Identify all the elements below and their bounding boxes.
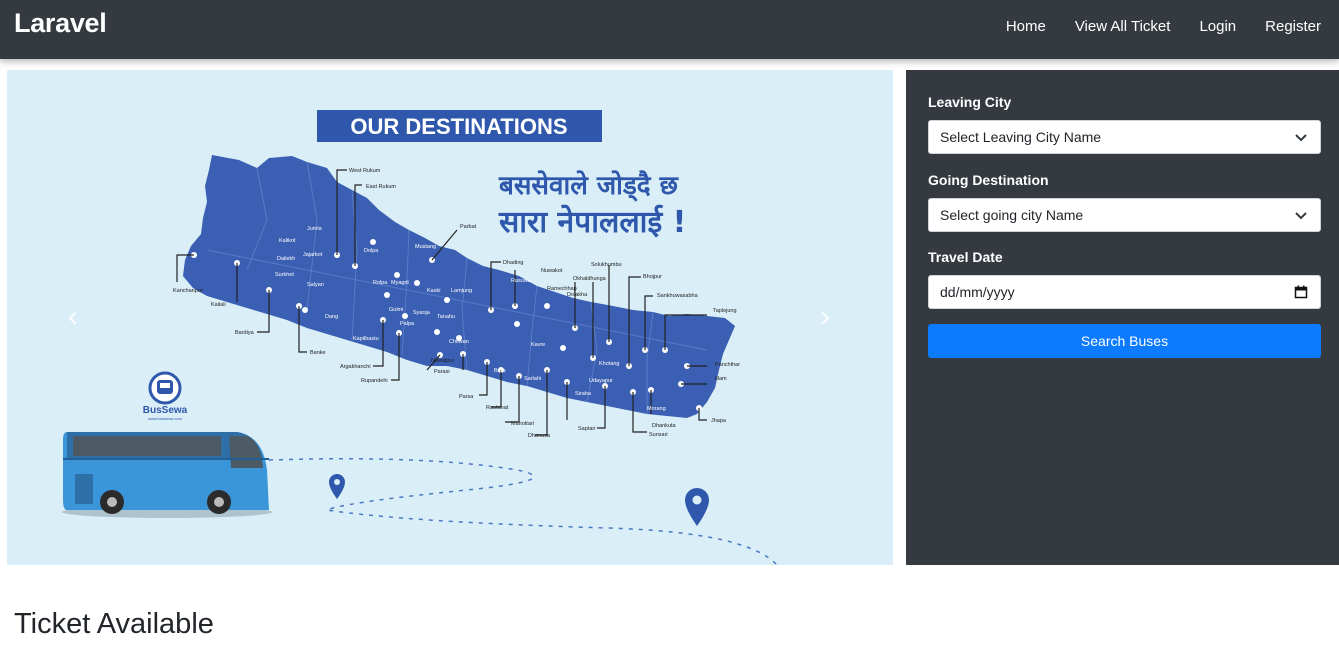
svg-text:Bara: Bara <box>494 368 507 374</box>
svg-text:West Rukum: West Rukum <box>349 168 381 174</box>
svg-text:Myagdi: Myagdi <box>391 280 409 286</box>
svg-text:Nawalpur: Nawalpur <box>431 358 454 364</box>
svg-text:Jajarkot: Jajarkot <box>303 252 323 258</box>
svg-text:Taplejung: Taplejung <box>713 308 737 314</box>
svg-text:Dolakha: Dolakha <box>567 292 588 298</box>
svg-text:Panchthar: Panchthar <box>715 362 740 368</box>
svg-text:East Rukum: East Rukum <box>366 184 396 190</box>
svg-text:Dhanusa: Dhanusa <box>528 433 551 439</box>
svg-text:Solukhumbu: Solukhumbu <box>591 262 622 268</box>
svg-text:Bardiya: Bardiya <box>235 330 255 336</box>
svg-text:Rasuwa: Rasuwa <box>511 278 532 284</box>
going-destination-value: Select going city Name <box>940 207 1084 223</box>
chevron-down-icon <box>1295 212 1307 220</box>
svg-text:Parsa: Parsa <box>459 394 474 400</box>
svg-text:Siraha: Siraha <box>575 391 592 397</box>
travel-date-placeholder: dd/mm/yyyy <box>940 284 1015 300</box>
svg-text:Morang: Morang <box>647 406 666 412</box>
navbar: Laravel Home View All Ticket Login Regis… <box>0 0 1339 59</box>
leaving-city-label: Leaving City <box>928 94 1012 110</box>
svg-text:Dailekh: Dailekh <box>277 256 295 262</box>
svg-text:Rolpa: Rolpa <box>373 280 388 286</box>
svg-text:Sankhuwasabha: Sankhuwasabha <box>657 293 699 299</box>
ticket-available-heading: Ticket Available <box>14 608 214 640</box>
svg-text:Kavre: Kavre <box>531 342 545 348</box>
svg-text:www.bussewa.com: www.bussewa.com <box>148 416 183 421</box>
bussewa-logo: BusSewa www.bussewa.com <box>143 371 188 421</box>
svg-text:Nuwakot: Nuwakot <box>541 268 563 274</box>
svg-text:Kapilbastu: Kapilbastu <box>353 336 379 342</box>
svg-text:Parbat: Parbat <box>460 224 477 230</box>
svg-text:Kanchanpur: Kanchanpur <box>173 288 203 294</box>
leaving-city-select[interactable]: Select Leaving City Name <box>928 120 1321 154</box>
svg-text:Banke: Banke <box>310 350 326 356</box>
map-pin-icon <box>685 488 709 526</box>
svg-text:Tanahu: Tanahu <box>437 314 455 320</box>
svg-text:Udayapur: Udayapur <box>589 378 613 384</box>
svg-text:Okhaldhunga: Okhaldhunga <box>573 276 607 282</box>
nav-register[interactable]: Register <box>1265 18 1321 35</box>
travel-date-input[interactable]: dd/mm/yyyy <box>928 275 1321 309</box>
carousel-next-button[interactable]: › <box>805 302 845 332</box>
svg-text:Khotang: Khotang <box>599 361 620 367</box>
going-destination-label: Going Destination <box>928 172 1049 188</box>
svg-text:Parasi: Parasi <box>434 369 450 375</box>
svg-text:Dhading: Dhading <box>503 260 524 266</box>
banner-heading: OUR DESTINATIONS <box>350 114 567 139</box>
svg-text:Jumla: Jumla <box>307 226 323 232</box>
svg-text:Kailali: Kailali <box>211 302 226 308</box>
svg-text:Surkhet: Surkhet <box>275 272 294 278</box>
svg-text:Salyan: Salyan <box>307 282 324 288</box>
bus-illustration <box>62 432 272 518</box>
svg-text:Kalikot: Kalikot <box>279 238 296 244</box>
svg-text:Rupandehi: Rupandehi <box>361 378 388 384</box>
svg-text:Sunsari: Sunsari <box>649 432 668 438</box>
carousel-prev-button[interactable]: ‹ <box>53 302 93 332</box>
svg-text:Lamjung: Lamjung <box>451 288 472 294</box>
nav-view-all-ticket[interactable]: View All Ticket <box>1075 18 1171 35</box>
svg-text:Bhojpur: Bhojpur <box>643 274 662 280</box>
svg-text:Kaski: Kaski <box>427 288 440 294</box>
svg-text:Illam: Illam <box>715 376 727 382</box>
svg-text:Argakhanchi: Argakhanchi <box>340 364 371 370</box>
svg-text:Syanja: Syanja <box>413 310 431 316</box>
svg-text:Dhankuta: Dhankuta <box>652 423 676 429</box>
svg-text:Jhapa: Jhapa <box>711 418 727 424</box>
nav-home[interactable]: Home <box>1006 18 1046 35</box>
leaving-city-value: Select Leaving City Name <box>940 129 1102 145</box>
chevron-down-icon <box>1295 134 1307 142</box>
destinations-banner-image: OUR DESTINATIONS बससेवाले जोड्दै छ सारा … <box>62 110 778 565</box>
calendar-icon[interactable] <box>1294 285 1308 299</box>
brand-logo[interactable]: Laravel <box>14 8 107 39</box>
svg-text:BusSewa: BusSewa <box>143 405 188 416</box>
banner-tagline-line2: सारा नेपाललाई ! <box>498 204 686 240</box>
bus-search-panel: Leaving City Select Leaving City Name Go… <box>906 70 1339 565</box>
svg-text:Dang: Dang <box>325 314 338 320</box>
svg-text:Sarlahi: Sarlahi <box>524 376 541 382</box>
travel-date-label: Travel Date <box>928 249 1003 265</box>
svg-text:Palpa: Palpa <box>400 321 415 327</box>
going-destination-select[interactable]: Select going city Name <box>928 198 1321 232</box>
svg-text:Mustang: Mustang <box>415 244 436 250</box>
svg-text:Rautahat: Rautahat <box>486 405 509 411</box>
svg-text:Chitwan: Chitwan <box>449 339 469 345</box>
svg-text:Saptari: Saptari <box>578 426 595 432</box>
map-pin-icon <box>329 474 345 499</box>
svg-text:Dolpa: Dolpa <box>364 248 379 254</box>
search-buses-button[interactable]: Search Buses <box>928 324 1321 358</box>
destination-banner-carousel: OUR DESTINATIONS बससेवाले जोड्दै छ सारा … <box>7 70 893 565</box>
nav-login[interactable]: Login <box>1199 18 1236 35</box>
banner-tagline-line1: बससेवाले जोड्दै छ <box>498 170 680 202</box>
nav-links: Home View All Ticket Login Register <box>977 18 1321 35</box>
svg-text:Mahottari: Mahottari <box>511 421 534 427</box>
svg-text:Gulmi: Gulmi <box>389 307 403 313</box>
